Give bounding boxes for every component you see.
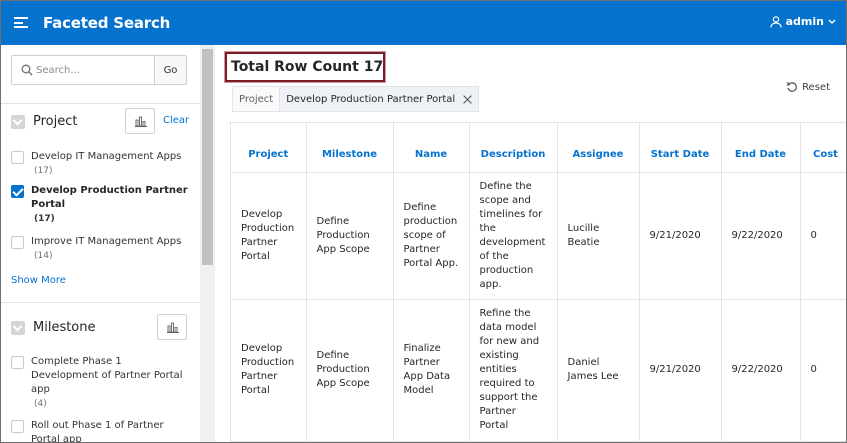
table-cell: Lucille Beatie [557, 172, 640, 300]
facet-option[interactable]: Roll out Phase 1 of Partner Portal app [11, 420, 196, 443]
table-cell: 9/21/2020 [639, 299, 722, 442]
row-count-highlight: Total Row Count 17 [225, 52, 385, 82]
top-header: Faceted Search admin [1, 1, 846, 45]
user-menu[interactable]: admin [770, 15, 836, 28]
table-row: Develop Production Partner Portal Define… [231, 172, 846, 300]
facets-panel: Go Project Clear Develop IT Management A… [1, 45, 215, 443]
facet-title-project: Project [33, 114, 78, 129]
facets-scrollbar[interactable] [200, 45, 215, 442]
checkbox-checked[interactable] [11, 185, 24, 198]
table-header-row: Project Milestone Name Description Assig… [231, 123, 846, 173]
table-cell: Define Production App Scope [306, 172, 394, 300]
table-row: Develop Production Partner Portal Define… [231, 299, 846, 442]
column-header[interactable]: Milestone [306, 123, 394, 173]
app-title: Faceted Search [43, 14, 171, 32]
facet-header-milestone[interactable]: Milestone [11, 320, 96, 335]
facet-option[interactable]: Develop Production Partner Portal (17) [11, 185, 196, 229]
table-cell: Define production scope of Partner Porta… [393, 172, 470, 300]
hamburger-icon[interactable] [14, 17, 28, 28]
facet-chart-button[interactable] [125, 108, 155, 134]
reset-label: Reset [802, 81, 830, 93]
search-icon [21, 64, 33, 76]
search-input[interactable] [36, 61, 146, 79]
option-label: Complete Phase 1 Development of Partner … [31, 356, 183, 395]
filter-chip-label: Develop Production Partner Portal [286, 93, 456, 105]
column-header[interactable]: Description [469, 123, 558, 173]
table-cell: Finalize Partner App Data Model [393, 299, 470, 442]
app-window: Faceted Search admin Go Project Clear [0, 0, 847, 443]
search-field[interactable] [11, 55, 154, 85]
filter-chip[interactable]: Develop Production Partner Portal [279, 87, 479, 111]
option-count: (17) [34, 166, 53, 176]
collapse-toggle-icon[interactable] [11, 114, 25, 129]
facet-header-project[interactable]: Project [11, 114, 77, 129]
column-header[interactable]: Assignee [557, 123, 640, 173]
option-count: (17) [34, 214, 55, 224]
table-cell: 9/22/2020 [721, 172, 801, 300]
facet-option[interactable]: Complete Phase 1 Development of Partner … [11, 356, 196, 414]
table-cell: Define the scope and timelines for the d… [469, 172, 558, 300]
option-count: (4) [34, 399, 47, 409]
clear-link[interactable]: Clear [163, 115, 189, 126]
facet-option[interactable]: Improve IT Management Apps (14) [11, 236, 196, 266]
column-header[interactable]: Start Date [639, 123, 722, 173]
checkbox[interactable] [11, 151, 24, 164]
facet-chart-button[interactable] [157, 314, 187, 340]
table-cell: Develop Production Partner Portal [231, 299, 307, 442]
bar-chart-icon [135, 116, 147, 127]
user-name: admin [785, 15, 824, 28]
option-count: (14) [34, 251, 53, 261]
chevron-down-icon [828, 19, 836, 25]
go-button[interactable]: Go [154, 55, 187, 85]
checkbox[interactable] [11, 356, 24, 369]
table-cell: Refine the data model for new and existi… [469, 299, 558, 442]
column-header[interactable]: Name [393, 123, 470, 173]
user-icon [770, 15, 782, 28]
option-label: Improve IT Management Apps [31, 236, 182, 247]
column-header[interactable]: Project [231, 123, 307, 173]
checkbox[interactable] [11, 236, 24, 249]
option-label: Develop IT Management Apps [31, 151, 182, 162]
scrollbar-thumb[interactable] [202, 49, 213, 265]
show-more-link[interactable]: Show More [11, 275, 66, 286]
bar-chart-icon [167, 322, 179, 333]
close-icon[interactable] [463, 95, 472, 104]
table-cell: Develop Production Partner Portal [231, 172, 307, 300]
checkbox[interactable] [11, 420, 24, 433]
table-cell: Daniel James Lee [557, 299, 640, 442]
option-label: Develop Production Partner Portal [31, 185, 188, 210]
facet-title-milestone: Milestone [33, 320, 96, 335]
table-cell: 0 [800, 299, 846, 442]
total-row-count: Total Row Count 17 [231, 59, 384, 75]
reset-button[interactable]: Reset [786, 81, 830, 93]
column-header[interactable]: Cost [800, 123, 846, 173]
report-table: Project Milestone Name Description Assig… [230, 122, 846, 442]
table-cell: 9/21/2020 [639, 172, 722, 300]
active-filters: Project Develop Production Partner Porta… [232, 86, 480, 112]
collapse-toggle-icon[interactable] [11, 320, 25, 335]
main-region: Total Row Count 17 Reset Project Develop… [215, 45, 846, 442]
table-cell: 9/22/2020 [721, 299, 801, 442]
option-label: Roll out Phase 1 of Partner Portal app [31, 420, 164, 443]
column-header[interactable]: End Date [721, 123, 801, 173]
divider [1, 103, 200, 104]
undo-icon [786, 81, 797, 92]
divider [1, 302, 200, 303]
table-cell: 0 [800, 172, 846, 300]
facet-option[interactable]: Develop IT Management Apps (17) [11, 151, 196, 181]
table-cell: Define Production App Scope [306, 299, 394, 442]
filter-label: Project [239, 93, 274, 105]
